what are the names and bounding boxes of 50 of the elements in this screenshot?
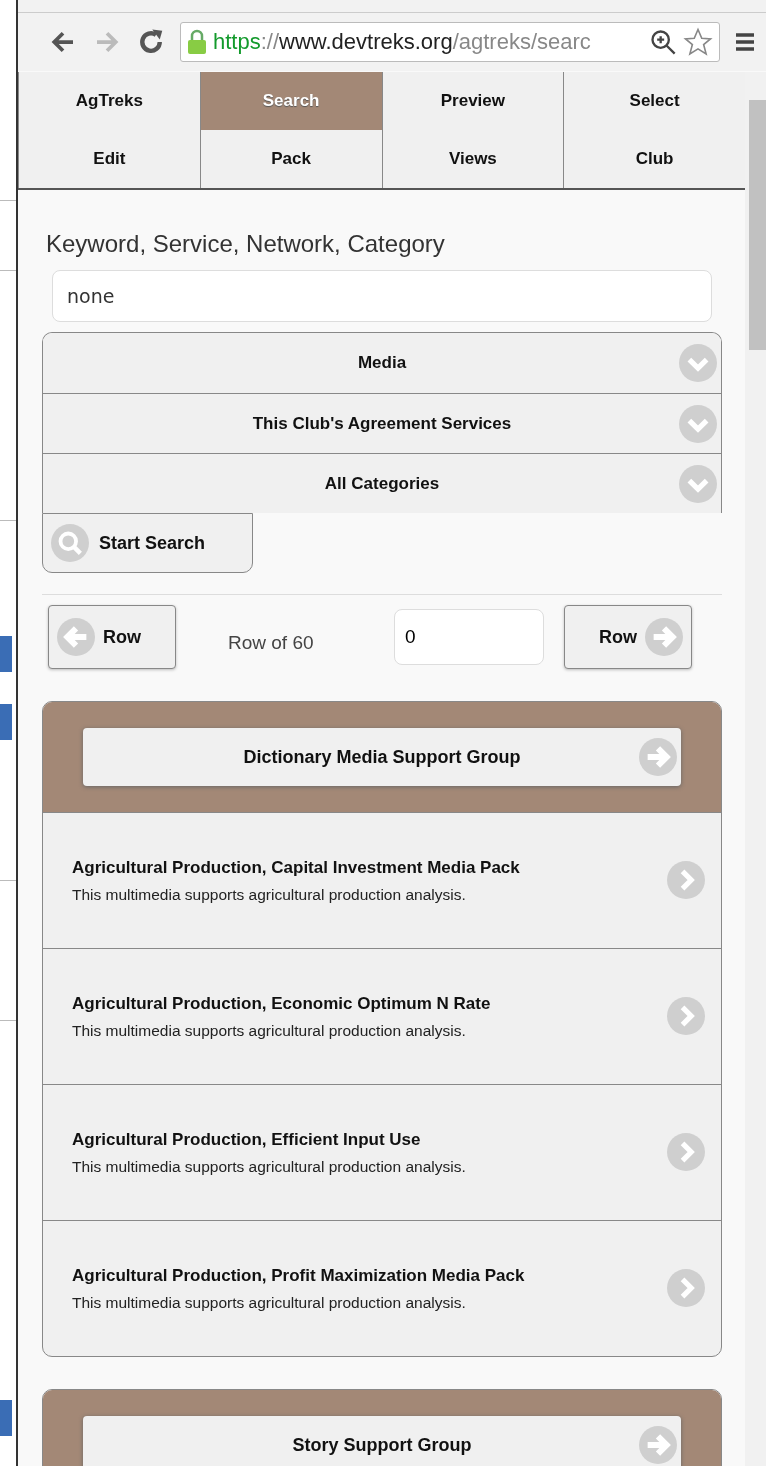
list-item[interactable]: Agricultural Production, Economic Optimum N Rate This multimedia supports agricultural production analysis. [43, 948, 721, 1084]
arrow-right-icon [639, 738, 677, 776]
nav-tab[interactable]: Preview [381, 72, 564, 130]
item-description: This multimedia supports agricultural production analysis. [72, 1293, 467, 1312]
item-title: Agricultural Production, Economic Optimum N Rate [72, 993, 492, 1014]
filter-toggle[interactable]: All Categories [43, 453, 721, 513]
chevron-right-icon [667, 1133, 705, 1171]
arrow-right-icon [639, 1426, 677, 1464]
item-description: This multimedia supports agricultural production analysis. [72, 1157, 467, 1176]
url-text: https://www.devtreks.org/agtreks/searc [213, 29, 592, 55]
chevron-down-icon [679, 344, 717, 382]
item-title: Agricultural Production, Efficient Input Use [72, 1129, 422, 1150]
star-icon[interactable] [683, 27, 713, 57]
chevron-right-icon [667, 997, 705, 1035]
filter-toggle[interactable]: Media [43, 333, 721, 393]
lock-icon [187, 29, 207, 55]
list-item[interactable]: Agricultural Production, Capital Investment Media Pack This multimedia supports agricultural production analysis. [43, 812, 721, 948]
nav-tab[interactable]: Select [563, 72, 745, 130]
zoom-icon[interactable] [649, 28, 677, 56]
chevron-right-icon [667, 861, 705, 899]
nav-tab[interactable]: Views [381, 130, 564, 188]
address-bar[interactable]: https://www.devtreks.org/agtreks/searc [180, 22, 720, 62]
item-description: This multimedia supports agricultural production analysis. [72, 1021, 467, 1040]
item-title: Agricultural Production, Profit Maximization Media Pack [72, 1265, 526, 1286]
chevron-down-icon [679, 465, 717, 503]
item-description: This multimedia supports agricultural production analysis. [72, 885, 467, 904]
row-input[interactable]: 0 [394, 609, 544, 665]
next-row-button[interactable]: Row [564, 605, 692, 669]
start-search-button[interactable]: Start Search [42, 513, 253, 573]
item-title: Agricultural Production, Capital Investment Media Pack [72, 857, 521, 878]
arrow-left-icon [57, 618, 95, 656]
group-button[interactable]: Dictionary Media Support Group [83, 728, 681, 786]
nav-tab[interactable]: Edit [18, 130, 200, 188]
nav-tab[interactable]: AgTreks [18, 72, 200, 130]
search-label: Keyword, Service, Network, Category [46, 230, 446, 258]
menu-icon[interactable] [734, 31, 756, 53]
list-item[interactable]: Agricultural Production, Efficient Input Use This multimedia supports agricultural production analysis. [43, 1084, 721, 1220]
chevron-down-icon [679, 405, 717, 443]
nav-tab[interactable]: Pack [199, 130, 382, 188]
list-item[interactable]: Agricultural Production, Profit Maximization Media Pack This multimedia supports agricultural production analysis. [43, 1220, 721, 1356]
chevron-right-icon [667, 1269, 705, 1307]
filter-toggle[interactable]: This Club's Agreement Services [43, 393, 721, 453]
search-icon [51, 524, 89, 562]
search-field[interactable]: none [52, 270, 712, 322]
group-button[interactable]: Story Support Group [83, 1416, 681, 1466]
arrow-right-icon [645, 618, 683, 656]
row-count: Row of 60 [228, 632, 315, 654]
nav-tab[interactable]: Club [563, 130, 745, 188]
previous-row-button[interactable]: Row [48, 605, 176, 669]
scrollbar[interactable] [745, 72, 766, 1466]
